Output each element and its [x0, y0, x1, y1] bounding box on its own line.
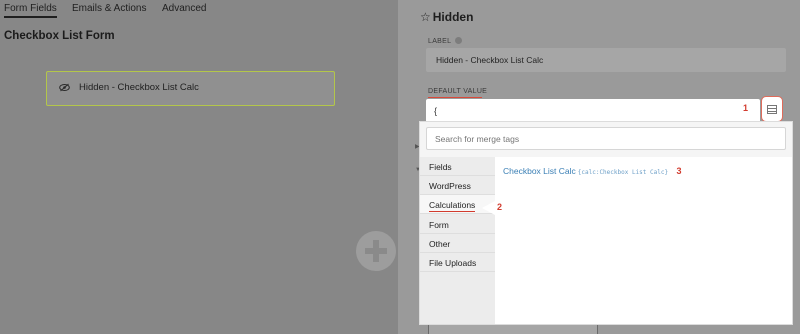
category-label: Fields [429, 162, 452, 172]
merge-tags-search-input[interactable] [426, 127, 786, 150]
category-label: Other [429, 239, 451, 249]
default-value-input[interactable]: { [426, 99, 760, 123]
category-wordpress[interactable]: WordPress [420, 176, 495, 195]
drawer-title-text: Hidden [432, 10, 474, 24]
category-label: Calculations [429, 200, 476, 212]
category-label: Form [429, 220, 449, 230]
category-fields[interactable]: Fields [420, 157, 495, 176]
default-value-underline [428, 97, 482, 98]
merge-tag-list: Checkbox List Calc {calc:Checkbox List Ca… [495, 157, 792, 324]
label-input-value: Hidden - Checkbox List Calc [436, 55, 544, 65]
category-label: File Uploads [429, 258, 477, 268]
merge-tags-button[interactable] [761, 96, 783, 122]
category-label: WordPress [429, 181, 471, 191]
annotation-2: 2 [497, 202, 503, 212]
eye-slash-icon [59, 83, 70, 95]
default-value-heading: DEFAULT VALUE [428, 88, 488, 95]
tab-emails-actions[interactable]: Emails & Actions [72, 3, 146, 14]
merge-tag-categories: Fields WordPress Calculations Form Other… [420, 157, 495, 324]
annotation-1: 1 [743, 103, 749, 113]
category-other[interactable]: Other [420, 234, 495, 253]
merge-tag-label: Checkbox List Calc [503, 166, 576, 176]
form-title: Checkbox List Form [4, 30, 115, 42]
merge-tag-code: {calc:Checkbox List Calc} [577, 169, 669, 176]
default-value-text: { [434, 106, 438, 116]
annotation-3: 3 [676, 166, 682, 176]
form-builder-area: Form Fields Emails & Actions Advanced Ch… [0, 0, 398, 334]
tab-form-fields[interactable]: Form Fields [4, 3, 57, 18]
category-file-uploads[interactable]: File Uploads [420, 253, 495, 272]
label-input[interactable]: Hidden - Checkbox List Calc [426, 48, 786, 72]
merge-tags-popup: Fields WordPress Calculations Form Other… [420, 122, 792, 324]
tab-advanced[interactable]: Advanced [162, 3, 206, 14]
category-form[interactable]: Form [420, 215, 495, 234]
collapse-arrow-icon[interactable]: ▶ [415, 143, 420, 150]
label-heading: LABEL [428, 37, 463, 45]
field-card-label: Hidden - Checkbox List Calc [79, 82, 199, 93]
merge-tag-checkbox-list-calc[interactable]: Checkbox List Calc {calc:Checkbox List Ca… [503, 166, 681, 176]
drawer-title: ☆ Hidden [420, 10, 473, 24]
add-field-button[interactable] [356, 231, 396, 271]
tag-area-top [495, 150, 792, 157]
active-category-pointer [482, 201, 495, 215]
merge-tags-icon [767, 105, 777, 114]
hidden-field-card[interactable]: Hidden - Checkbox List Calc [46, 71, 335, 106]
star-icon: ☆ [420, 10, 431, 24]
builder-tabs: Form Fields Emails & Actions Advanced [0, 0, 398, 22]
help-icon[interactable] [455, 37, 463, 44]
label-heading-text: LABEL [428, 38, 452, 45]
